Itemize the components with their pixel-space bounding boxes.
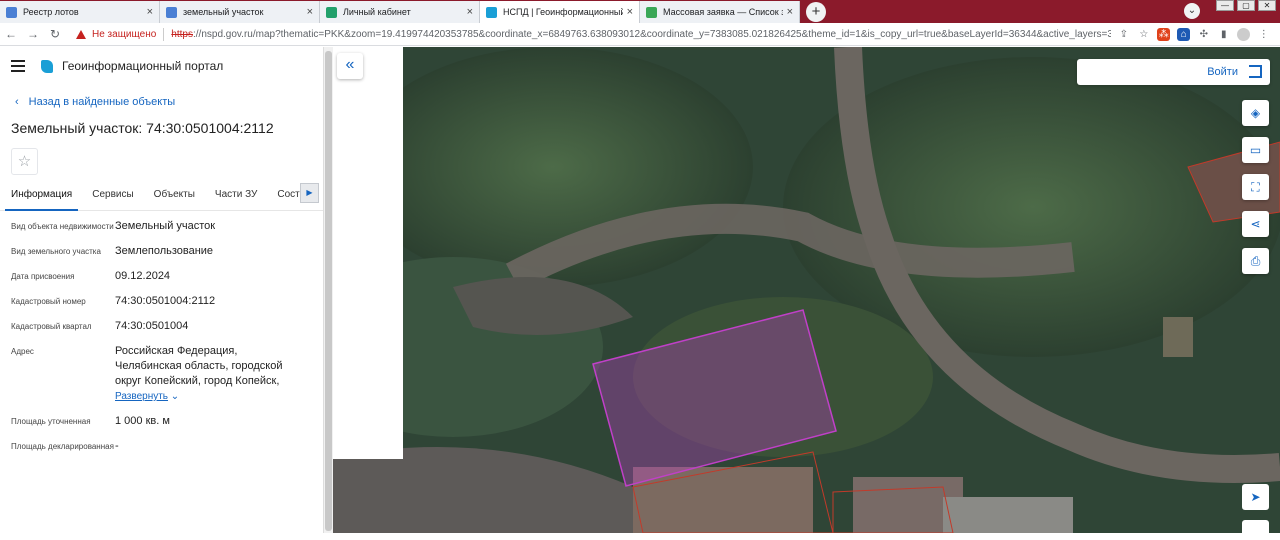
login-icon [1249,65,1262,78]
browser-tab[interactable]: земельный участок × [160,1,320,23]
panel-scrollbar[interactable] [323,47,333,533]
login-button[interactable]: Войти [1077,59,1270,85]
bookmark-star-icon[interactable]: ☆ [1137,28,1150,41]
tab-favicon-icon [486,6,497,18]
minimize-button[interactable]: — [1216,0,1234,11]
object-title: Земельный участок: 74:30:0501004:2112 [11,120,274,136]
map-view[interactable] [333,47,1280,533]
close-tab-icon[interactable]: × [627,6,633,18]
property-label: Площадь уточненная [11,417,91,426]
print-icon[interactable]: ⎙ [1242,248,1269,274]
tabs-scroll-right-icon[interactable]: ▶ [300,183,319,203]
tab-favicon-icon [6,6,17,18]
property-row: Вид объекта недвижимости Земельный участо… [0,219,323,234]
menu-icon[interactable]: ⋮ [1257,28,1270,41]
security-warning[interactable]: Не защищено [76,29,156,40]
object-tabs: Информация Сервисы Объекты Части ЗУ Соста ▶ [0,183,323,211]
property-label: Вид объекта недвижимости [11,222,114,231]
property-value: 74:30:0501004 [115,320,189,332]
select-area-icon[interactable]: ⛶ [1242,174,1269,200]
property-value: - [115,440,119,452]
back-to-results-link[interactable]: ‹ Назад в найденные объекты [15,96,323,108]
property-value: Российская Федерация, Челябинская област… [115,345,283,402]
property-value: Земельный участок [115,220,216,232]
expand-address-link[interactable]: Развернуть [115,391,168,402]
browser-tab[interactable]: Реестр лотов × [0,1,160,23]
warning-icon [76,29,86,39]
back-arrow-icon[interactable]: ← [0,27,22,41]
close-tab-icon[interactable]: × [787,6,793,18]
map-left-margin [333,47,403,459]
close-tab-icon[interactable]: × [147,6,153,18]
map-toolbar: ◈ ▭ ⛶ ⋖ ⎙ [1242,100,1269,274]
close-tab-icon[interactable]: × [467,6,473,18]
tab-title: Личный кабинет [343,7,411,17]
extension-red-icon[interactable]: ⁂ [1157,27,1171,41]
close-tab-icon[interactable]: × [307,6,313,18]
navigate-icon[interactable]: ➤ [1242,484,1269,510]
tab-favicon-icon [166,6,177,18]
portal-header: Геоинформационный портал [0,47,323,85]
tab-title: Реестр лотов [23,7,79,17]
favorite-star-icon[interactable]: ☆ [11,148,38,175]
property-label: Кадастровый квартал [11,322,92,331]
collapse-panel-button[interactable]: « [337,53,363,79]
tab-title: Массовая заявка — Список за [663,7,783,17]
hamburger-menu-icon[interactable] [11,60,25,72]
property-label: Адрес [11,347,34,356]
map-extra-button[interactable] [1242,520,1269,540]
reload-icon[interactable]: ↻ [44,27,66,41]
url-field[interactable]: https://nspd.gov.ru/map?thematic=PKK&zoo… [171,29,1111,40]
property-value: 74:30:0501004:2112 [115,295,216,307]
property-label: Площадь декларированная [11,442,114,451]
property-value: 1 000 кв. м [115,415,170,427]
property-row: Адрес Российская Федерация, Челябинская о… [0,344,323,404]
property-label: Вид земельного участка [11,247,101,256]
property-row: Кадастровый квартал 74:30:0501004 [0,319,323,334]
tab-title: земельный участок [183,7,264,17]
ruler-icon[interactable]: ▭ [1242,137,1269,163]
chevron-left-icon: ‹ [15,96,19,108]
property-value: Землепользование [115,245,214,257]
property-label: Кадастровый номер [11,297,86,306]
property-row: Площадь декларированная - [0,439,323,454]
browser-tabstrip: Реестр лотов × земельный участок × Личный ка… [0,0,1280,23]
tab-2[interactable]: Объекты [148,185,201,211]
property-label: Дата присвоения [11,272,75,281]
share-page-icon[interactable]: ⇪ [1117,28,1130,41]
browser-tab[interactable]: НСПД | Геоинформационный п × [480,1,640,23]
maximize-button[interactable]: ▢ [1237,0,1255,11]
property-row: Вид земельного участка Землепользование [0,244,323,259]
property-list: Вид объекта недвижимости Земельный участо… [0,219,323,454]
satellite-imagery [333,47,1280,533]
property-row: Кадастровый номер 74:30:0501004:2112 [0,294,323,309]
portal-title: Геоинформационный портал [62,59,224,73]
extension-blue-icon[interactable]: ⌂ [1177,27,1191,41]
share-icon[interactable]: ⋖ [1242,211,1269,237]
browser-tab[interactable]: Личный кабинет × [320,1,480,23]
chevron-down-icon: ⌄ [168,391,180,402]
tab-search-button[interactable]: ⌄ [1184,3,1200,19]
new-tab-button[interactable]: + [806,2,826,22]
property-value: 09.12.2024 [115,270,171,282]
layers-icon[interactable]: ◈ [1242,100,1269,126]
portal-logo-icon [41,59,53,73]
forward-arrow-icon[interactable]: → [22,27,44,41]
sidebar-icon[interactable]: ▮ [1217,28,1230,41]
property-row: Дата присвоения 09.12.2024 [0,269,323,284]
tab-3[interactable]: Части ЗУ [209,185,263,211]
tab-0[interactable]: Информация [5,185,79,211]
tab-favicon-icon [646,6,657,18]
window-controls: — ▢ ✕ [1216,0,1276,11]
close-window-button[interactable]: ✕ [1258,0,1276,11]
tab-1[interactable]: Сервисы [86,185,139,211]
tab-favicon-icon [326,6,337,18]
object-panel: Геоинформационный портал ‹ Назад в найде… [0,47,323,533]
browser-tab[interactable]: Массовая заявка — Список за × [640,1,800,23]
address-bar: ← → ↻ Не защищено https://nspd.gov.ru/ma… [0,23,1280,46]
profile-avatar[interactable] [1237,27,1251,41]
tab-title: НСПД | Геоинформационный п [503,7,623,17]
extensions-icon[interactable]: ✣ [1197,28,1210,41]
property-row: Площадь уточненная 1 000 кв. м [0,414,323,429]
